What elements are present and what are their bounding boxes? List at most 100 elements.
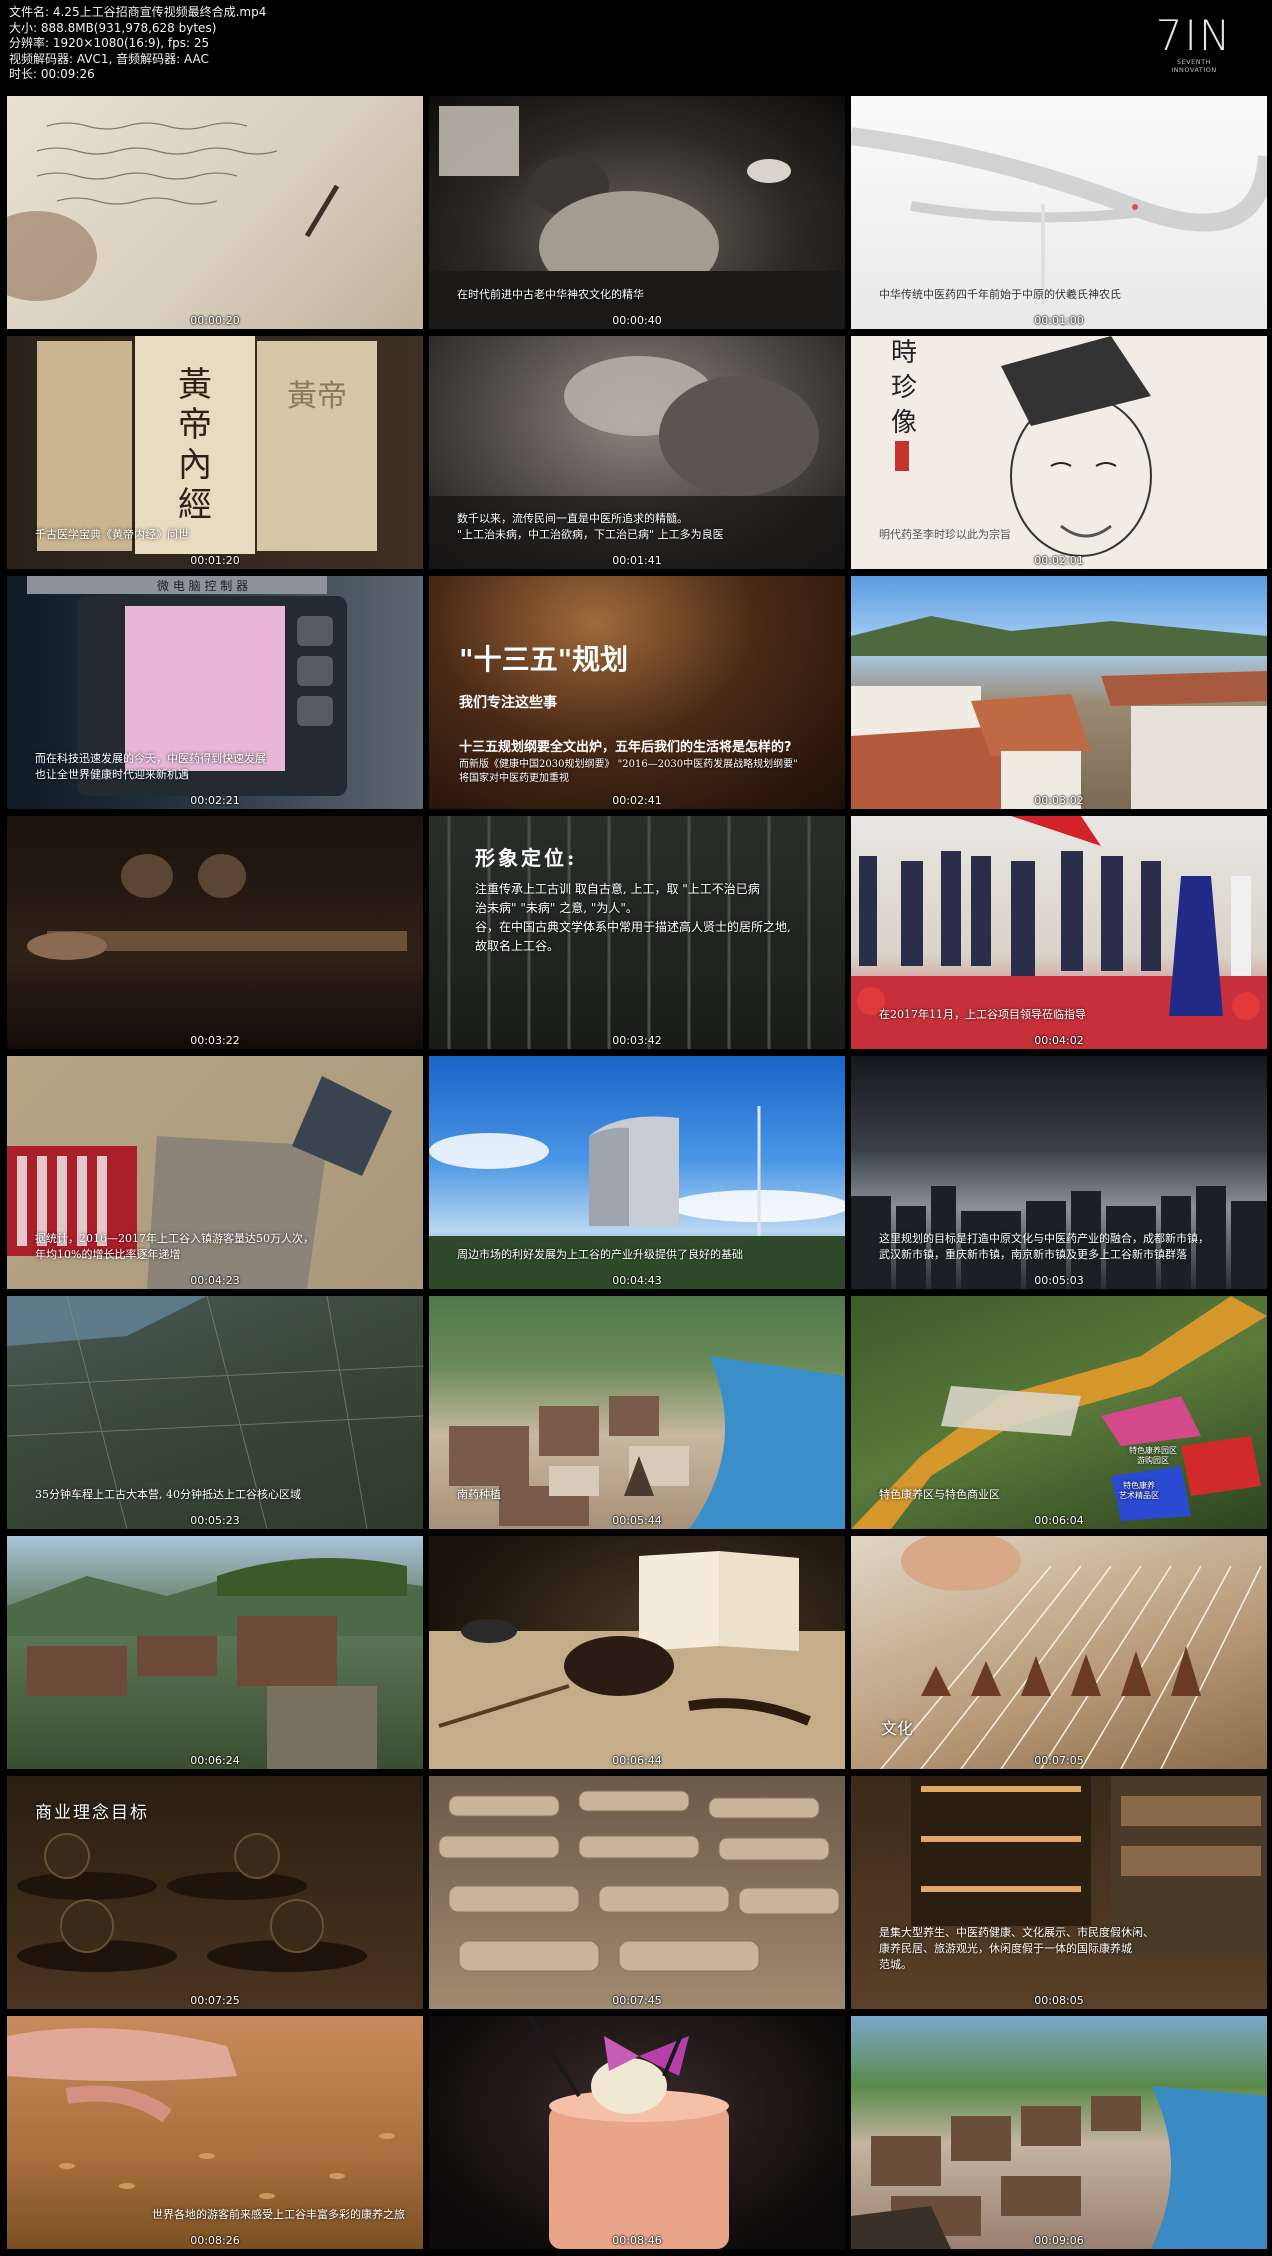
town-aerial-scene	[851, 2086, 1267, 2249]
thumbnail-12[interactable]: 在2017年11月，上工谷项目领导莅临指导 00:04:02	[851, 816, 1267, 1049]
thumb-timestamp: 00:04:43	[612, 1274, 662, 1287]
thumb-timestamp: 00:03:02	[1034, 794, 1084, 807]
thumb-timestamp: 00:08:05	[1034, 1994, 1084, 2007]
thumb-caption: 特色康养区与特色商业区	[879, 1488, 1000, 1501]
thumb-timestamp: 00:01:41	[612, 554, 662, 567]
thumbnail-16[interactable]: 35分钟车程上工古大本营, 40分钟抵达上工谷核心区域 00:05:23	[7, 1296, 423, 1529]
svg-text:黃帝: 黃帝	[287, 379, 347, 414]
svg-text:時: 時	[891, 338, 917, 368]
thumbnail-8[interactable]: "十三五"规划 我们专注这些事 十三五规划纲要全文出炉，五年后我们的生活将是怎样…	[429, 576, 845, 809]
thumbnail-21[interactable]: 文化 00:07:05	[851, 1536, 1267, 1769]
thumb-caption: 而在科技迅速发展的今天，中医药得到快速发展 也让全世界健康时代迎来新机遇	[35, 752, 266, 781]
thumbnail-26[interactable]: 00:08:46	[429, 2016, 845, 2249]
slide-caption: 而新版《健康中国2030规划纲要》 "2016—2030中医药发展战略规划纲要"…	[459, 759, 798, 784]
thumbnail-14[interactable]: 周边市场的利好发展为上工谷的产业升级提供了良好的基础 00:04:43	[429, 1056, 845, 1289]
logo-mark: 7IN	[1155, 11, 1233, 60]
thumb-timestamp: 00:07:25	[190, 1994, 240, 2007]
thumbnail-13[interactable]: 据统计，2016—2017年上工谷入镇游客量达50万人次， 年均10%的增长比率…	[7, 1056, 423, 1289]
thumbnail-grid: 00:00:20 在时代前进中古老中华神农文化的精华 00:00:40 中华传统…	[7, 96, 1267, 2252]
svg-text:珍: 珍	[891, 373, 917, 403]
thumb-caption: 周边市场的利好发展为上工谷的产业升级提供了良好的基础	[457, 1248, 743, 1261]
teapot-book-scene	[429, 1551, 845, 1769]
svg-text:黃: 黃	[178, 365, 212, 405]
svg-text:內: 內	[178, 445, 212, 485]
thumbnail-9[interactable]: 00:03:02	[851, 576, 1267, 809]
study-room-scene	[911, 1776, 1267, 1956]
thumbnail-19[interactable]: 00:06:24	[7, 1536, 423, 1769]
herb-slices-scene	[438, 1790, 840, 1972]
slide-title: 形象定位:	[475, 846, 578, 870]
thumb-timestamp: 00:07:05	[1034, 1754, 1084, 1767]
thumb-timestamp: 00:06:24	[190, 1754, 240, 1767]
thumbnail-18[interactable]: 特色康养园区 游购园区 特色康养 艺术精品区 特色康养区与特色商业区 00:06…	[851, 1296, 1267, 1529]
thumb-caption: 中华传统中医药四千年前始于中原的伏羲氏神农氏	[879, 288, 1121, 301]
thumb-caption: 在时代前进中古老中华神农文化的精华	[457, 288, 644, 301]
file-info: 文件名: 4.25上工谷招商宣传视频最终合成.mp4 大小: 888.8MB(9…	[9, 5, 266, 83]
thumbnail-17[interactable]: 南药种植 00:05:44	[429, 1296, 845, 1529]
thumb-caption: 文化	[881, 1719, 914, 1738]
thumb-timestamp: 00:02:21	[190, 794, 240, 807]
file-name: 文件名: 4.25上工谷招商宣传视频最终合成.mp4	[9, 5, 267, 19]
thumbnail-22[interactable]: 商业理念目标 00:07:25	[7, 1776, 423, 2009]
thumbnail-1[interactable]: 00:00:20	[7, 96, 423, 329]
file-info-header: 文件名: 4.25上工谷招商宣传视频最终合成.mp4 大小: 888.8MB(9…	[0, 0, 1272, 92]
file-resolution: 分辨率: 1920×1080(16:9), fps: 25	[9, 36, 210, 50]
thumb-timestamp: 00:07:45	[612, 1994, 662, 2007]
thumb-timestamp: 00:05:03	[1034, 1274, 1084, 1287]
thumb-timestamp: 00:00:20	[190, 314, 240, 327]
thumb-timestamp: 00:06:04	[1034, 1514, 1084, 1527]
thumb-caption: 世界各地的游客前来感受上工谷丰富多彩的康养之旅	[152, 2208, 405, 2221]
thumbnail-23[interactable]: 00:07:45	[429, 1776, 845, 2009]
thumbnail-24[interactable]: 是集大型养生、中医药健康、文化展示、市民度假休闲、 康养民居、旅游观光，休闲度假…	[851, 1776, 1267, 2009]
thumb-timestamp: 00:05:23	[190, 1514, 240, 1527]
thumb-timestamp: 00:03:42	[612, 1034, 662, 1047]
handwriting-scene	[7, 122, 340, 301]
thumb-caption: 是集大型养生、中医药健康、文化展示、市民度假休闲、 康养民居、旅游观光，休闲度假…	[879, 1926, 1154, 1971]
slide-subtitle: 我们专注这些事	[459, 695, 557, 711]
svg-text:像: 像	[891, 408, 917, 438]
thumb-timestamp: 00:04:02	[1034, 1034, 1084, 1047]
village-aerial-scene	[851, 616, 1267, 809]
thumb-caption: 35分钟车程上工古大本营, 40分钟抵达上工谷核心区域	[35, 1488, 301, 1501]
thumb-timestamp: 00:08:46	[612, 2234, 662, 2247]
thumb-timestamp: 00:08:26	[190, 2234, 240, 2247]
map-tag-1: 特色康养园区 游购园区	[1129, 1446, 1177, 1465]
thumbnail-7[interactable]: 微 电 脑 控 制 器 而在科技迅速发展的今天，中医药得到快速发展 也让全世界健…	[7, 576, 423, 809]
slide-title: 商业理念目标	[35, 1803, 149, 1823]
thumb-timestamp: 00:02:41	[612, 794, 662, 807]
thumb-timestamp: 00:01:20	[190, 554, 240, 567]
bronze-statue-scene	[27, 854, 407, 960]
thumbnail-2[interactable]: 在时代前进中古老中华神农文化的精华 00:00:40	[429, 96, 845, 329]
thumb-timestamp: 00:01:00	[1034, 314, 1084, 327]
thumbnail-11[interactable]: 形象定位: 注重传承上工古训 取自古意, 上工，取 "上工不治已病 治未病" "…	[429, 816, 845, 1049]
slide-body: 注重传承上工古训 取自古意, 上工，取 "上工不治已病 治未病" "未病" 之意…	[475, 882, 791, 953]
thumbnail-25[interactable]: 世界各地的游客前来感受上工谷丰富多彩的康养之旅 00:08:26	[7, 2016, 423, 2249]
thumbnail-27[interactable]: 00:09:06	[851, 2016, 1267, 2249]
thumb-timestamp: 00:04:23	[190, 1274, 240, 1287]
thumb-timestamp: 00:00:40	[612, 314, 662, 327]
thumbnail-20[interactable]: 00:06:44	[429, 1536, 845, 1769]
file-size: 大小: 888.8MB(931,978,628 bytes)	[9, 20, 217, 35]
brand-logo: 7IN SEVENTH INNOVATION	[1150, 14, 1238, 84]
thumb-timestamp: 00:03:22	[190, 1034, 240, 1047]
svg-text:微 电 脑 控 制 器: 微 电 脑 控 制 器	[157, 579, 248, 593]
thumbnail-15[interactable]: 这里规划的目标是打造中原文化与中医药产业的融合，成都新市镇， 武汉新市镇，重庆新…	[851, 1056, 1267, 1289]
mountain-village-scene	[7, 1558, 423, 1769]
thumb-caption: 据统计，2016—2017年上工谷入镇游客量达50万人次， 年均10%的增长比率…	[35, 1232, 314, 1261]
thumb-caption: 在2017年11月，上工谷项目领导莅临指导	[879, 1008, 1086, 1021]
thumb-caption: 数千以来，流传民间一直是中医所追求的精髓。 "上工治未病，中工治欲病，下工治已病…	[457, 512, 724, 541]
logo-sub2: INNOVATION	[1171, 66, 1217, 74]
thumb-caption: 这里规划的目标是打造中原文化与中医药产业的融合，成都新市镇， 武汉新市镇，重庆新…	[879, 1232, 1209, 1261]
thumbnail-5[interactable]: 数千以来，流传民间一直是中医所追求的精髓。 "上工治未病，中工治欲病，下工治已病…	[429, 336, 845, 569]
file-duration: 时长: 00:09:26	[9, 67, 95, 81]
thumbnail-3[interactable]: 中华传统中医药四千年前始于中原的伏羲氏神农氏 00:01:00	[851, 96, 1267, 329]
thumb-timestamp: 00:09:06	[1034, 2234, 1084, 2247]
thumbnail-4[interactable]: 黃 帝 內 經 黃帝 千古医学宝典《黄帝内经》问世 00:01:20	[7, 336, 423, 569]
thumb-timestamp: 00:05:44	[612, 1514, 662, 1527]
thumbnail-6[interactable]: 時 珍 像 明代药圣李时珍以此为宗旨 00:02:01	[851, 336, 1267, 569]
thumbnail-10[interactable]: 00:03:22	[7, 816, 423, 1049]
thumb-timestamp: 00:02:01	[1034, 554, 1084, 567]
svg-text:帝: 帝	[178, 405, 212, 445]
thumb-caption: 南药种植	[457, 1488, 501, 1501]
thumb-caption: 千古医学宝典《黄帝内经》问世	[35, 528, 189, 541]
